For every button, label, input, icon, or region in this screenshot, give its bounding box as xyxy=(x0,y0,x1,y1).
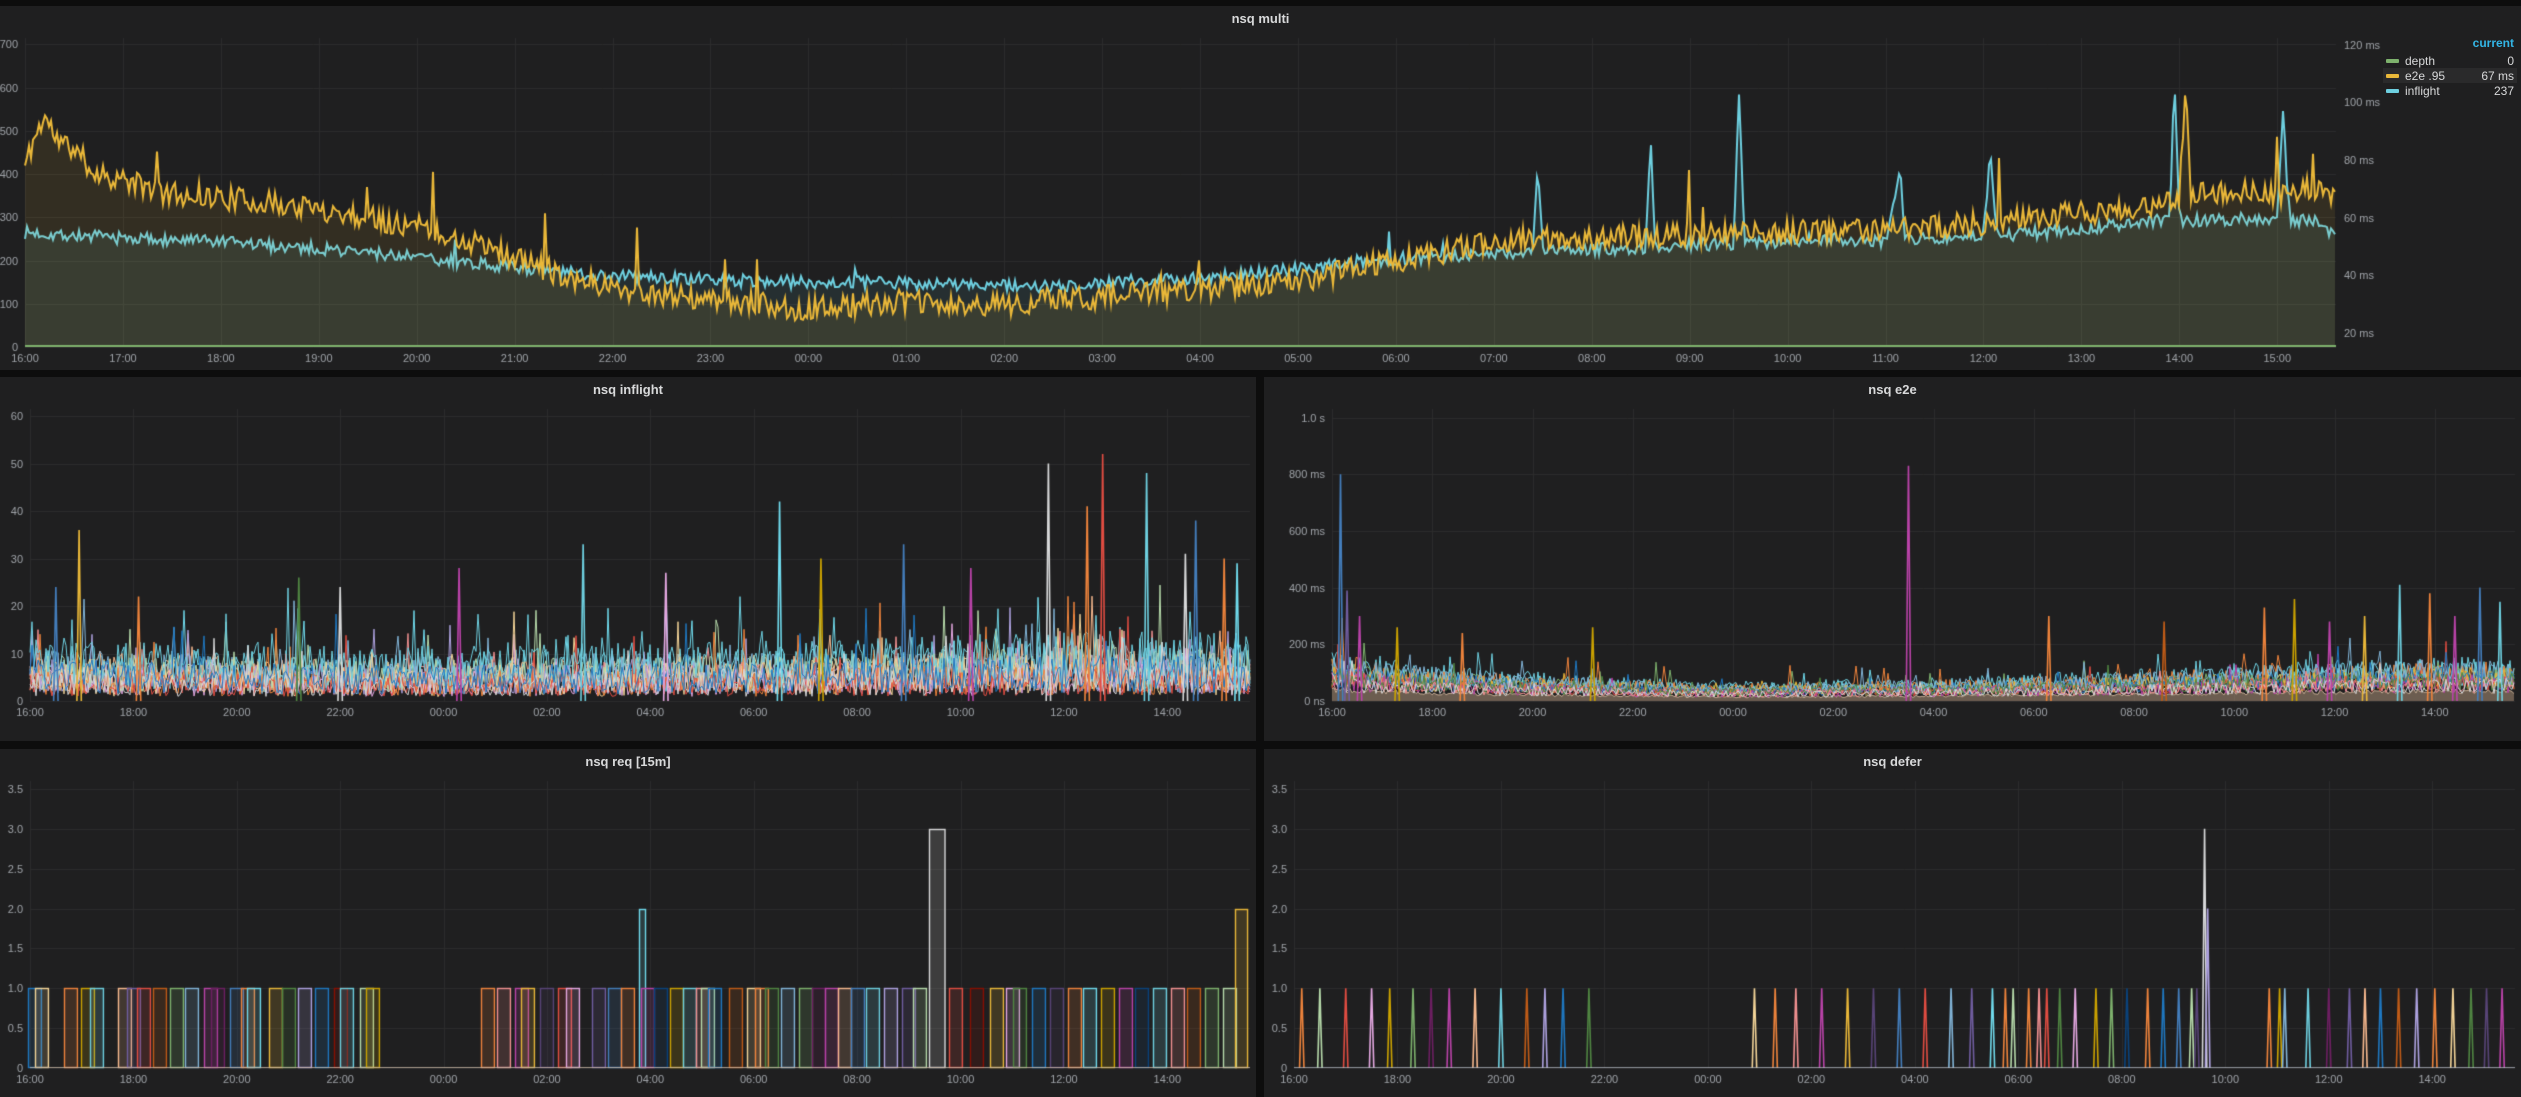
series-color-dash-icon xyxy=(2386,89,2399,93)
legend-series-name: depth xyxy=(2405,54,2501,68)
dashboard-row-3: nsq req [15m] nsq defer xyxy=(0,749,2521,1097)
legend-series-current-value: 237 xyxy=(2494,84,2514,98)
legend-series-current-value: 67 ms xyxy=(2481,69,2514,83)
panel-title-nsq-req[interactable]: nsq req [15m] xyxy=(0,749,1256,775)
nsq-multi-legend: currentdepth 0 e2e .95 67 msinflight 237 xyxy=(2383,36,2517,98)
series-color-dash-icon xyxy=(2386,59,2399,63)
panel-nsq-multi: nsq multi currentdepth 0 e2e .95 67 msinfli… xyxy=(0,6,2521,370)
panel-title-nsq-defer[interactable]: nsq defer xyxy=(1264,749,2521,775)
legend-row-depth[interactable]: depth 0 xyxy=(2383,53,2517,68)
panel-nsq-defer: nsq defer xyxy=(1264,749,2521,1097)
grafana-dashboard: nsq multi currentdepth 0 e2e .95 67 msinfli… xyxy=(0,0,2521,1097)
legend-series-name: e2e .95 xyxy=(2405,69,2475,83)
legend-header-current[interactable]: current xyxy=(2383,36,2517,53)
legend-row-inflight[interactable]: inflight 237 xyxy=(2383,83,2517,98)
panel-nsq-inflight: nsq inflight xyxy=(0,377,1256,741)
nsq-e2e-plot[interactable] xyxy=(1264,403,2521,741)
legend-series-current-value: 0 xyxy=(2507,54,2514,68)
series-color-dash-icon xyxy=(2386,74,2399,78)
nsq-req-plot[interactable] xyxy=(0,775,1256,1097)
legend-series-name: inflight xyxy=(2405,84,2488,98)
dashboard-row-2: nsq inflight nsq e2e xyxy=(0,377,2521,741)
panel-nsq-e2e: nsq e2e xyxy=(1264,377,2521,741)
nsq-defer-plot[interactable] xyxy=(1264,775,2521,1097)
legend-row-e2e-95[interactable]: e2e .95 67 ms xyxy=(2383,68,2517,83)
nsq-multi-plot[interactable] xyxy=(0,32,2521,370)
panel-title-nsq-inflight[interactable]: nsq inflight xyxy=(0,377,1256,403)
panel-title-nsq-multi[interactable]: nsq multi xyxy=(0,6,2521,32)
panel-title-nsq-e2e[interactable]: nsq e2e xyxy=(1264,377,2521,403)
nsq-inflight-plot[interactable] xyxy=(0,403,1256,741)
panel-nsq-req: nsq req [15m] xyxy=(0,749,1256,1097)
